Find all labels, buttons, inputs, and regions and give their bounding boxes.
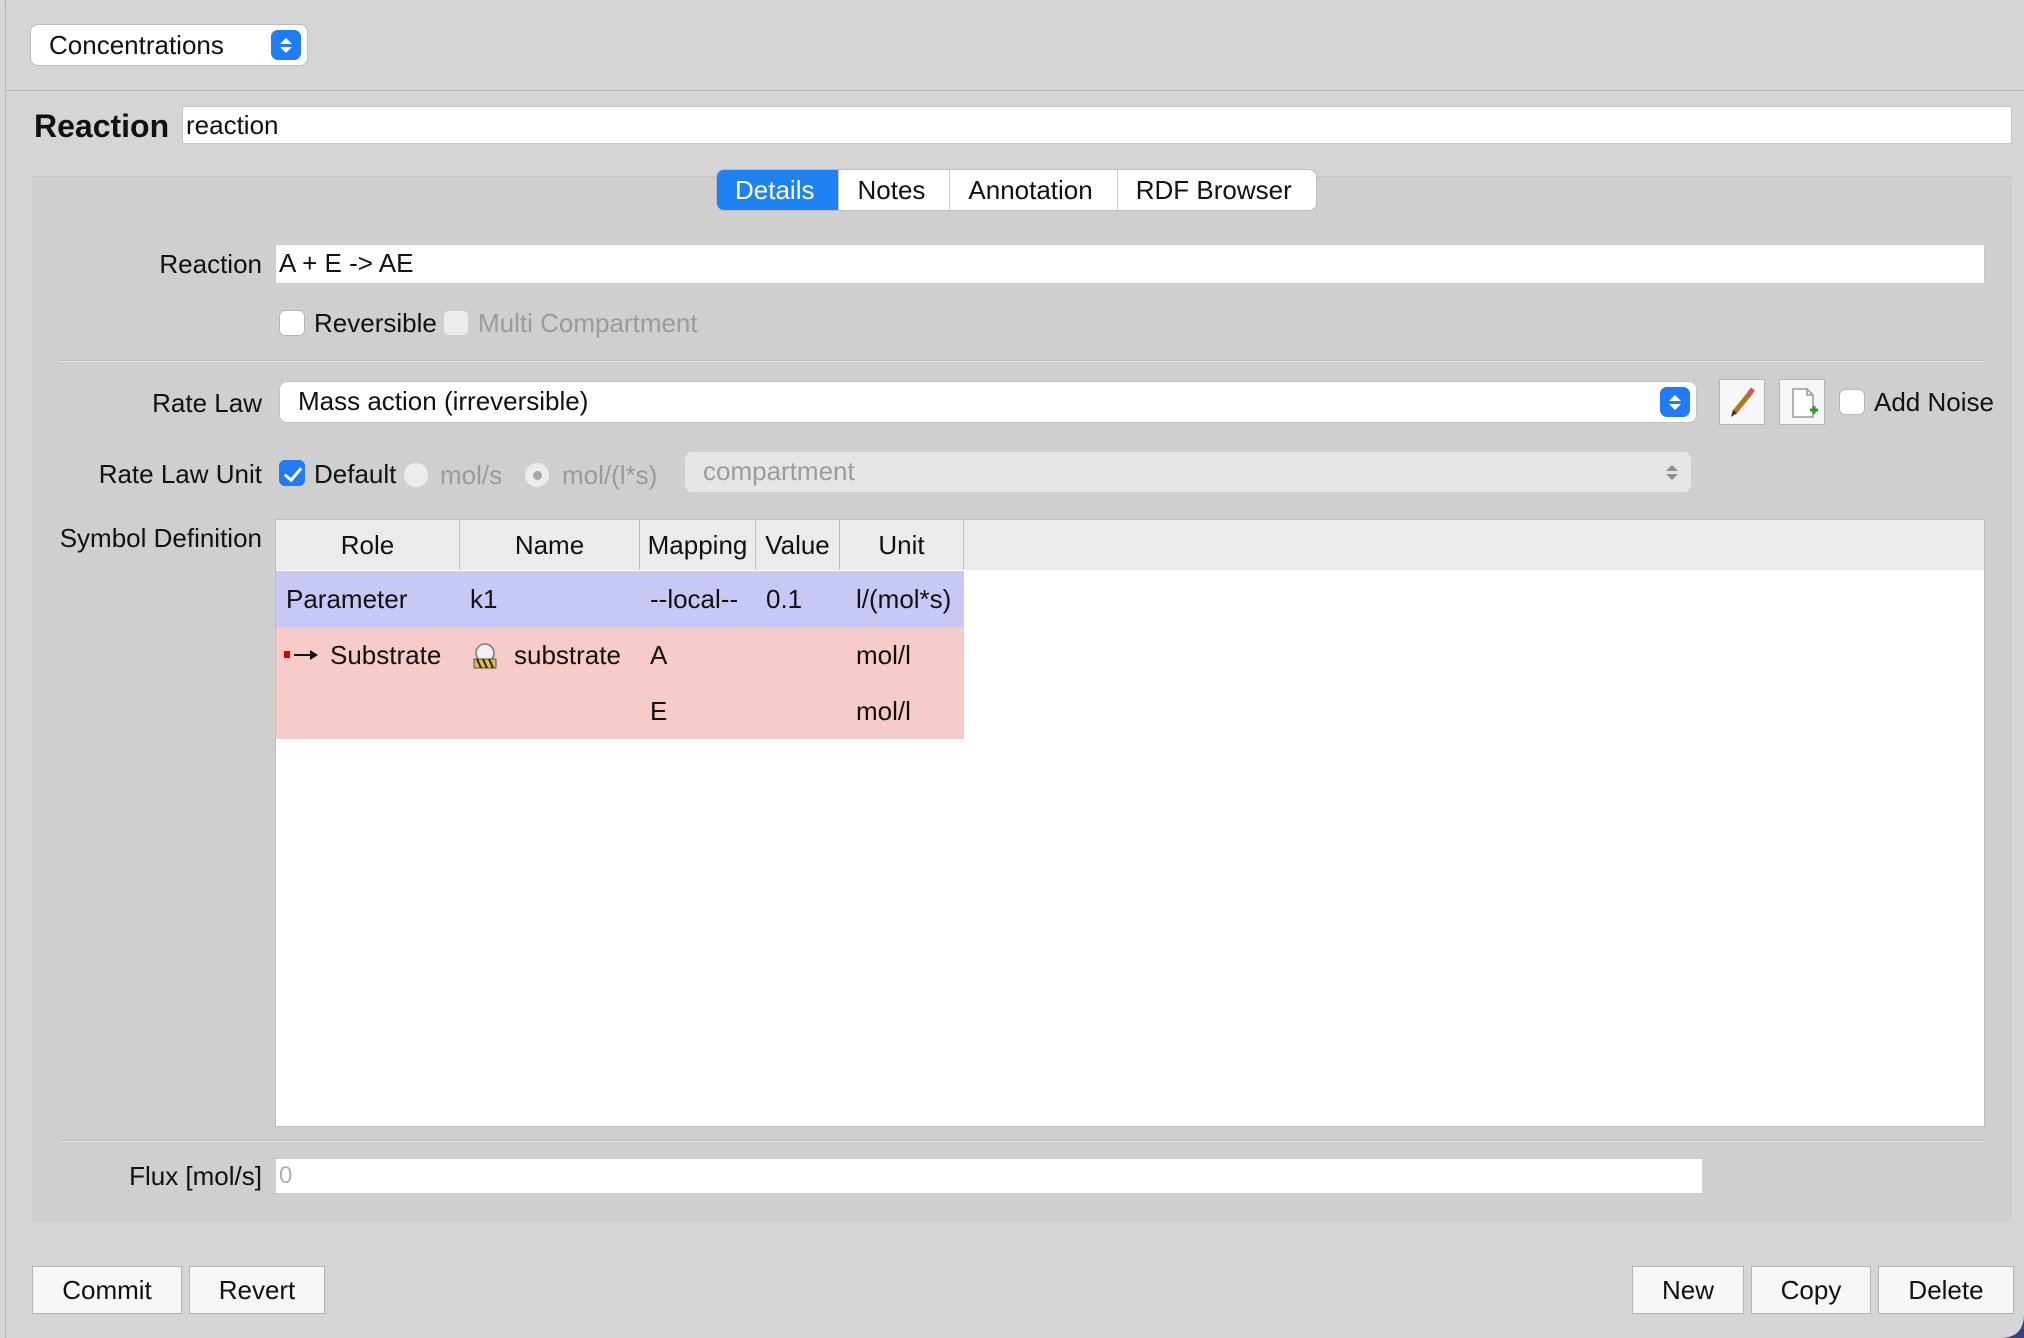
section-divider <box>60 360 1986 362</box>
multi-compartment-label: Multi Compartment <box>478 308 698 338</box>
cell-unit: l/(mol*s) <box>856 584 952 614</box>
tab-details[interactable]: Details <box>717 170 840 210</box>
edit-rate-law-button[interactable] <box>1719 379 1765 425</box>
unit-mol-ls-radio[interactable] <box>524 462 550 488</box>
tab-bar: Details Notes Annotation RDF Browser <box>716 169 1317 211</box>
new-document-icon <box>1792 388 1818 418</box>
unit-mol-s-radio[interactable] <box>403 462 429 488</box>
cell-mapping[interactable]: A <box>650 627 667 683</box>
cell-unit: mol/l <box>856 640 911 670</box>
tab-notes[interactable]: Notes <box>839 170 951 210</box>
add-noise-label: Add Noise <box>1874 387 1994 417</box>
reaction-equation-input[interactable]: A + E -> AE <box>275 244 1985 284</box>
rate-law-label: Rate Law <box>152 388 262 418</box>
new-rate-law-button[interactable] <box>1779 379 1825 425</box>
default-unit-checkbox[interactable] <box>279 460 305 486</box>
cell-value[interactable]: 0.1 <box>766 571 802 627</box>
add-noise-checkbox[interactable] <box>1839 389 1865 415</box>
cell-role: Substrate <box>330 640 442 670</box>
symbol-definition-label: Symbol Definition <box>59 523 262 553</box>
unit-mol-s-label: mol/s <box>440 460 503 490</box>
compartment-select[interactable]: compartment <box>684 451 1692 493</box>
copy-button[interactable]: Copy <box>1751 1266 1871 1314</box>
table-row[interactable]: E mol/l <box>276 683 964 739</box>
flux-value-field: 0 <box>275 1158 1703 1194</box>
column-header-value[interactable]: Value <box>756 520 840 570</box>
default-unit-label: Default <box>314 459 397 489</box>
cell-unit: mol/l <box>856 696 911 726</box>
chevron-updown-icon <box>271 30 301 60</box>
compartment-select-value: compartment <box>703 456 855 486</box>
rate-law-unit-label: Rate Law Unit <box>98 459 262 489</box>
cell-mapping[interactable]: E <box>650 683 667 739</box>
column-header-name[interactable]: Name <box>460 520 640 570</box>
column-header-role[interactable]: Role <box>276 520 460 570</box>
quantity-type-select[interactable]: Concentrations <box>30 24 308 66</box>
cell-role: Parameter <box>286 584 408 614</box>
window-resize-corner <box>2000 1314 2024 1338</box>
chevron-updown-icon <box>1657 457 1687 487</box>
column-header-mapping[interactable]: Mapping <box>640 520 756 570</box>
revert-button[interactable]: Revert <box>189 1266 325 1314</box>
cell-name: substrate <box>514 640 621 670</box>
arrow-right-icon <box>284 650 318 660</box>
table-row[interactable]: Substrate substrate A mol/l <box>276 627 964 683</box>
reaction-equation-label: Reaction <box>159 249 262 279</box>
rate-law-select-value: Mass action (irreversible) <box>298 386 589 416</box>
delete-button[interactable]: Delete <box>1878 1266 2014 1314</box>
cell-name: k1 <box>470 584 498 614</box>
section-divider <box>60 1140 1986 1142</box>
chevron-updown-icon <box>1660 387 1690 417</box>
window-left-edge <box>0 0 6 1338</box>
unit-mol-ls-label: mol/(l*s) <box>562 460 658 490</box>
cell-mapping[interactable]: --local-- <box>650 571 738 627</box>
tab-rdf-browser[interactable]: RDF Browser <box>1118 170 1316 210</box>
page-title: Reaction <box>34 108 170 144</box>
table-row[interactable]: Parameter k1 --local-- 0.1 l/(mol*s) <box>276 571 964 627</box>
pencil-icon <box>1731 387 1755 417</box>
commit-button[interactable]: Commit <box>32 1266 182 1314</box>
top-separator <box>6 90 2024 91</box>
reversible-label: Reversible <box>314 308 437 338</box>
species-icon <box>473 643 497 669</box>
quantity-type-select-value: Concentrations <box>49 30 224 60</box>
new-button[interactable]: New <box>1632 1266 1744 1314</box>
reaction-name-input[interactable]: reaction <box>182 106 2012 144</box>
table-header: Role Name Mapping Value Unit <box>276 520 1984 570</box>
multi-compartment-checkbox[interactable] <box>443 310 469 336</box>
reversible-checkbox[interactable] <box>279 310 305 336</box>
rate-law-select[interactable]: Mass action (irreversible) <box>279 381 1697 423</box>
column-header-unit[interactable]: Unit <box>840 520 964 570</box>
flux-label: Flux [mol/s] <box>129 1161 262 1191</box>
tab-annotation[interactable]: Annotation <box>950 170 1118 210</box>
